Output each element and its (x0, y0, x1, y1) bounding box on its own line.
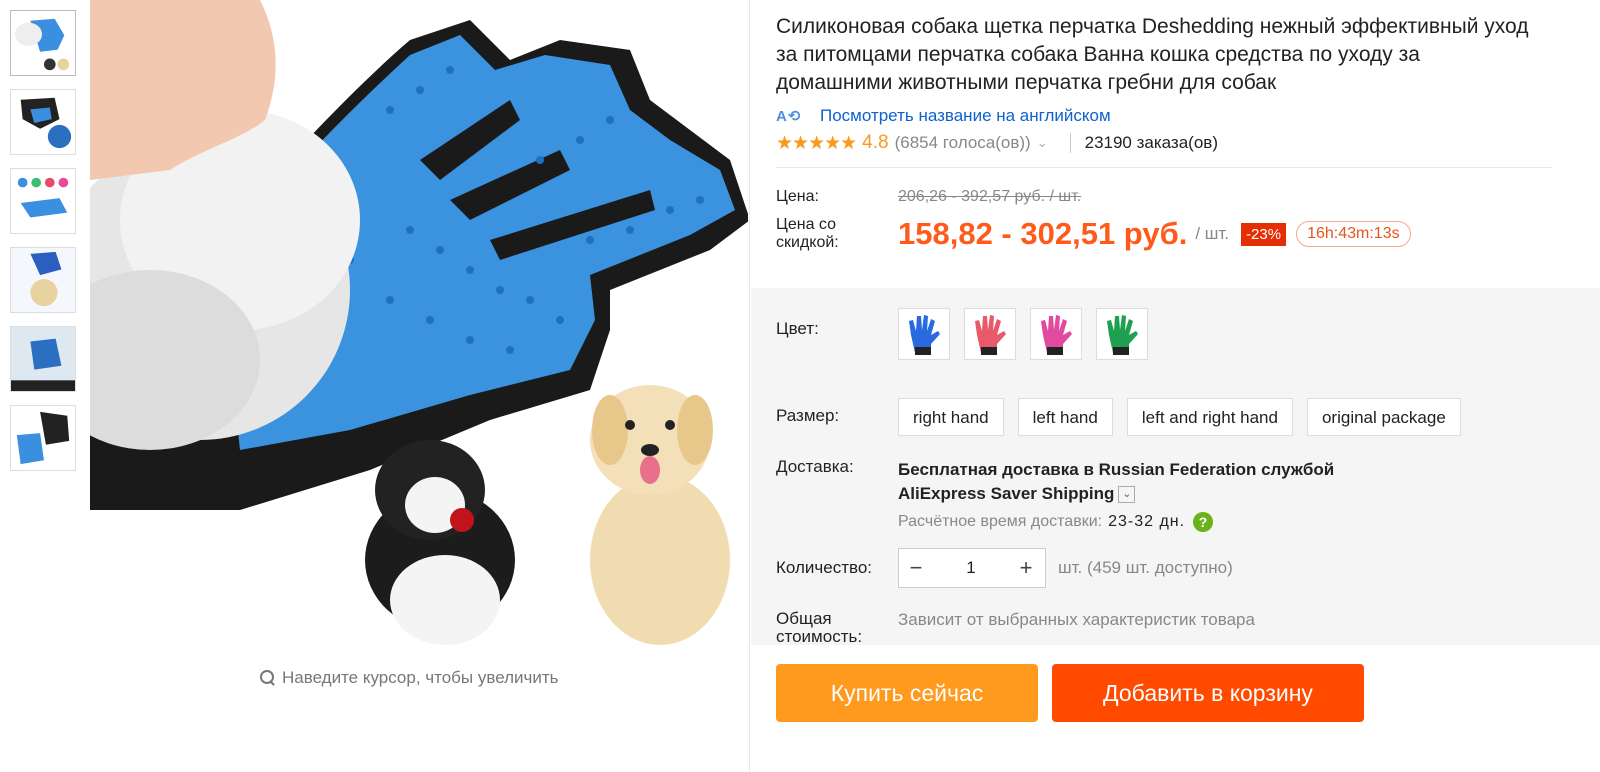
color-swatch-green[interactable] (1096, 308, 1148, 360)
thumbnail-list (10, 10, 78, 484)
quantity-label: Количество: (776, 558, 873, 577)
column-divider (749, 0, 750, 772)
size-option-left-hand[interactable]: left hand (1017, 398, 1113, 436)
quantity-row: Количество: − + шт. (459 шт. доступно) (776, 548, 1556, 588)
divider (1069, 133, 1071, 153)
shipping-method: Бесплатная доставка в Russian Federation… (898, 458, 1334, 506)
delivery-time: Расчётное время доставки: 23-32 дн. ? (898, 512, 1334, 532)
discount-price-label: Цена со скидкой: (776, 216, 839, 251)
original-price-row: Цена: 206,26 - 392,57 руб. / шт. (776, 188, 1556, 206)
orders-count: 23190 заказа(ов) (1084, 133, 1218, 152)
shipping-dropdown-chevron-icon[interactable]: ⌄ (1118, 486, 1136, 504)
discount-price-row: Цена со скидкой: 158,82 - 302,51 руб. / … (776, 216, 1556, 252)
shipping-details: Бесплатная доставка в Russian Federation… (898, 458, 1334, 532)
color-swatch-red[interactable] (964, 308, 1016, 360)
size-row: Размер: right hand left hand left and ri… (776, 398, 1556, 436)
countdown-timer: 16h:43m:13s (1296, 221, 1411, 247)
rating-row: ★★★★★ 4.8 (6854 голоса(ов)) ⌄ 23190 зака… (776, 131, 1556, 155)
quantity-input[interactable] (933, 549, 1009, 587)
thumbnail-6[interactable] (10, 405, 76, 471)
discount-badge: -23% (1241, 222, 1287, 246)
thumbnail-1[interactable] (10, 10, 76, 76)
thumbnail-2[interactable] (10, 89, 76, 155)
product-main-image[interactable] (90, 0, 748, 658)
shipping-label: Доставка: (776, 457, 854, 476)
thumbnail-3[interactable] (10, 168, 76, 234)
price-label: Цена: (776, 188, 819, 205)
view-english-title-link[interactable]: Посмотреть название на английском (820, 106, 1111, 126)
shipping-line-1: Бесплатная доставка в Russian Federation… (898, 460, 1335, 479)
color-options (898, 308, 1148, 360)
product-info: Силиконовая собака щетка перчатка Deshed… (776, 0, 1556, 252)
color-label: Цвет: (776, 319, 819, 338)
rating-value: 4.8 (862, 132, 889, 153)
original-price: 206,26 - 392,57 руб. / шт. (898, 188, 1082, 205)
thumbnail-4[interactable] (10, 247, 76, 313)
size-option-left-and-right-hand[interactable]: left and right hand (1126, 398, 1293, 436)
total-label: Общая стоимость: (776, 609, 863, 646)
size-label: Размер: (776, 406, 840, 425)
delivery-time-value: 23-32 дн. (1108, 513, 1186, 530)
quantity-stepper: − + (898, 548, 1046, 588)
magnifier-icon (260, 670, 276, 686)
buy-now-button[interactable]: Купить сейчас (776, 664, 1038, 722)
color-swatch-blue[interactable] (898, 308, 950, 360)
size-option-original-package[interactable]: original package (1306, 398, 1461, 436)
per-unit: / шт. (1195, 224, 1230, 243)
price-block: Цена: 206,26 - 392,57 руб. / шт. Цена со… (776, 188, 1556, 252)
size-option-right-hand[interactable]: right hand (898, 398, 1004, 436)
color-row: Цвет: (776, 308, 1556, 360)
total-row: Общая стоимость: Зависит от выбранных ха… (776, 610, 1556, 646)
thumbnail-5[interactable] (10, 326, 76, 392)
quantity-increase-button[interactable]: + (1009, 549, 1043, 587)
help-icon[interactable]: ? (1193, 512, 1214, 532)
zoom-hint: Наведите курсор, чтобы увеличить (260, 668, 559, 688)
shipping-row: Доставка: Бесплатная доставка в Russian … (776, 458, 1556, 532)
discount-price: 158,82 - 302,51 руб. (898, 216, 1188, 251)
product-options: Цвет: Размер: right hand left hand left … (776, 288, 1556, 646)
quantity-available: шт. (459 шт. доступно) (1058, 558, 1233, 577)
delivery-time-label: Расчётное время доставки: (898, 513, 1103, 530)
add-to-cart-button[interactable]: Добавить в корзину (1052, 664, 1364, 722)
votes-count[interactable]: (6854 голоса(ов)) (895, 133, 1031, 153)
zoom-hint-text: Наведите курсор, чтобы увеличить (282, 668, 559, 687)
translate-row: A⟲ Посмотреть название на английском (776, 105, 1556, 127)
chevron-down-icon[interactable]: ⌄ (1037, 135, 1048, 151)
color-swatch-pink[interactable] (1030, 308, 1082, 360)
total-value: Зависит от выбранных характеристик товар… (898, 610, 1255, 629)
quantity-decrease-button[interactable]: − (899, 549, 933, 587)
product-title: Силиконовая собака щетка перчатка Deshed… (776, 15, 1529, 94)
translate-icon: A⟲ (776, 108, 802, 125)
shipping-line-2: AliExpress Saver Shipping (898, 484, 1115, 503)
size-options: right hand left hand left and right hand… (898, 398, 1461, 436)
action-buttons: Купить сейчас Добавить в корзину (776, 664, 1364, 722)
rating-stars: ★★★★★ (776, 132, 857, 154)
separator (776, 167, 1552, 168)
